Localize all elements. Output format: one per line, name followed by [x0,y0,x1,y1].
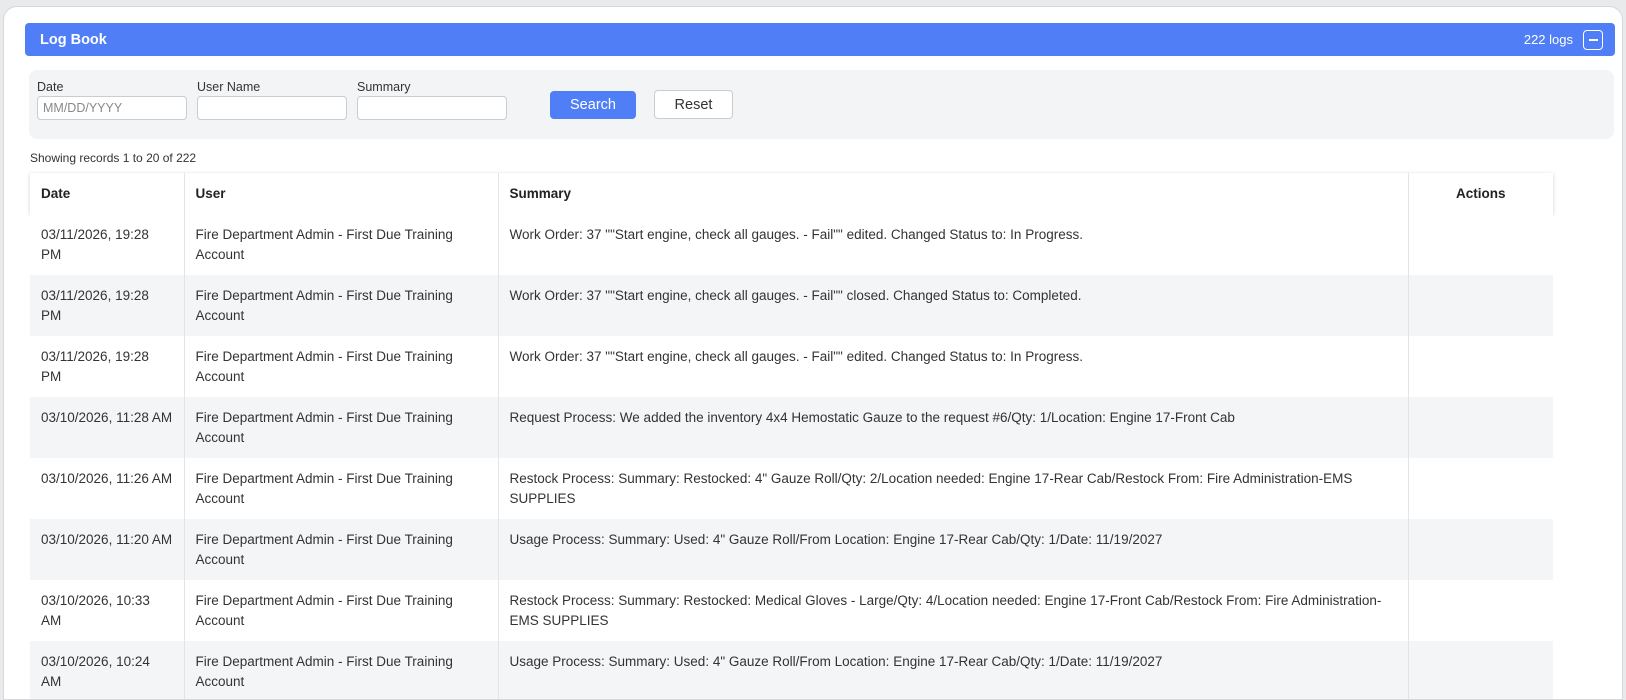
date-filter-label: Date [37,80,64,94]
cell-date: 03/10/2026, 11:28 AM [30,397,185,458]
collapse-button[interactable] [1583,29,1603,50]
cell-summary: Request Process: We added the inventory … [498,397,1409,458]
summary-input[interactable] [357,96,507,120]
cell-user: Fire Department Admin - First Due Traini… [184,214,499,275]
search-button[interactable]: Search [550,91,636,119]
cell-actions [1408,641,1553,699]
table-row[interactable]: 03/10/2026, 11:20 AM Fire Department Admi… [30,519,1553,580]
user-name-input[interactable] [197,96,347,120]
cell-actions [1408,275,1553,336]
log-book-header: Log Book 222 logs [25,23,1615,56]
table-row[interactable]: 03/11/2026, 19:28 PM Fire Department Admi… [30,336,1553,397]
cell-date: 03/10/2026, 11:20 AM [30,519,185,580]
summary-filter: Summary [357,80,507,120]
log-table: Date User Summary Actions 03/11/2026, 19… [30,173,1553,699]
cell-actions [1408,336,1553,397]
cell-actions [1408,397,1553,458]
cell-actions [1408,580,1553,641]
panel-header-right: 222 logs [1523,29,1603,50]
cell-date: 03/11/2026, 19:28 PM [30,336,185,397]
cell-summary: Work Order: 37 ""Start engine, check all… [498,336,1409,397]
table-row[interactable]: 03/10/2026, 10:33 AM Fire Department Admi… [30,580,1553,641]
header-date[interactable]: Date [30,173,185,214]
reset-button[interactable]: Reset [654,90,733,119]
header-summary[interactable]: Summary [498,173,1409,214]
records-info: Showing records 1 to 20 of 222 [30,151,197,165]
cell-summary: Restock Process: Summary: Restocked: Med… [498,580,1409,641]
app-window: Log Book 222 logs Date User Name Summary… [3,6,1623,700]
user-filter: User Name [197,80,347,120]
table-row[interactable]: 03/11/2026, 19:28 PM Fire Department Admi… [30,275,1553,336]
cell-user: Fire Department Admin - First Due Traini… [184,397,499,458]
cell-user: Fire Department Admin - First Due Traini… [184,519,499,580]
cell-user: Fire Department Admin - First Due Traini… [184,275,499,336]
cell-summary: Restock Process: Summary: Restocked: 4" … [498,458,1409,519]
table-row[interactable]: 03/10/2026, 10:24 AM Fire Department Admi… [30,641,1553,699]
cell-user: Fire Department Admin - First Due Traini… [184,458,499,519]
cell-actions [1408,519,1553,580]
cell-actions [1408,214,1553,275]
cell-user: Fire Department Admin - First Due Traini… [184,580,499,641]
log-table-container: Date User Summary Actions 03/11/2026, 19… [30,173,1553,699]
cell-user: Fire Department Admin - First Due Traini… [184,336,499,397]
table-body: 03/11/2026, 19:28 PM Fire Department Admi… [30,214,1553,699]
cell-summary: Usage Process: Summary: Used: 4" Gauze R… [498,519,1409,580]
minus-icon [1588,38,1598,41]
table-row[interactable]: 03/11/2026, 19:28 PM Fire Department Admi… [30,214,1553,275]
cell-summary: Work Order: 37 ""Start engine, check all… [498,275,1409,336]
cell-date: 03/10/2026, 11:26 AM [30,458,185,519]
user-filter-label: User Name [197,80,261,94]
filter-bar: Date User Name Summary Search Reset [29,70,1614,139]
cell-date: 03/10/2026, 10:33 AM [30,580,185,641]
cell-date: 03/11/2026, 19:28 PM [30,275,185,336]
date-input[interactable] [37,96,187,120]
cell-user: Fire Department Admin - First Due Traini… [184,641,499,699]
cell-actions [1408,458,1553,519]
header-user[interactable]: User [184,173,499,214]
date-filter: Date [37,80,187,120]
table-header-row: Date User Summary Actions [30,173,1553,214]
cell-summary: Work Order: 37 ""Start engine, check all… [498,214,1409,275]
header-actions: Actions [1455,186,1506,201]
cell-date: 03/10/2026, 10:24 AM [30,641,185,699]
table-row[interactable]: 03/10/2026, 11:28 AM Fire Department Admi… [30,397,1553,458]
cell-summary: Usage Process: Summary: Used: 4" Gauze R… [498,641,1409,699]
log-count: 222 logs [1523,32,1573,47]
cell-date: 03/11/2026, 19:28 PM [30,214,185,275]
panel-title: Log Book [40,31,107,48]
summary-filter-label: Summary [357,80,411,94]
table-row[interactable]: 03/10/2026, 11:26 AM Fire Department Admi… [30,458,1553,519]
